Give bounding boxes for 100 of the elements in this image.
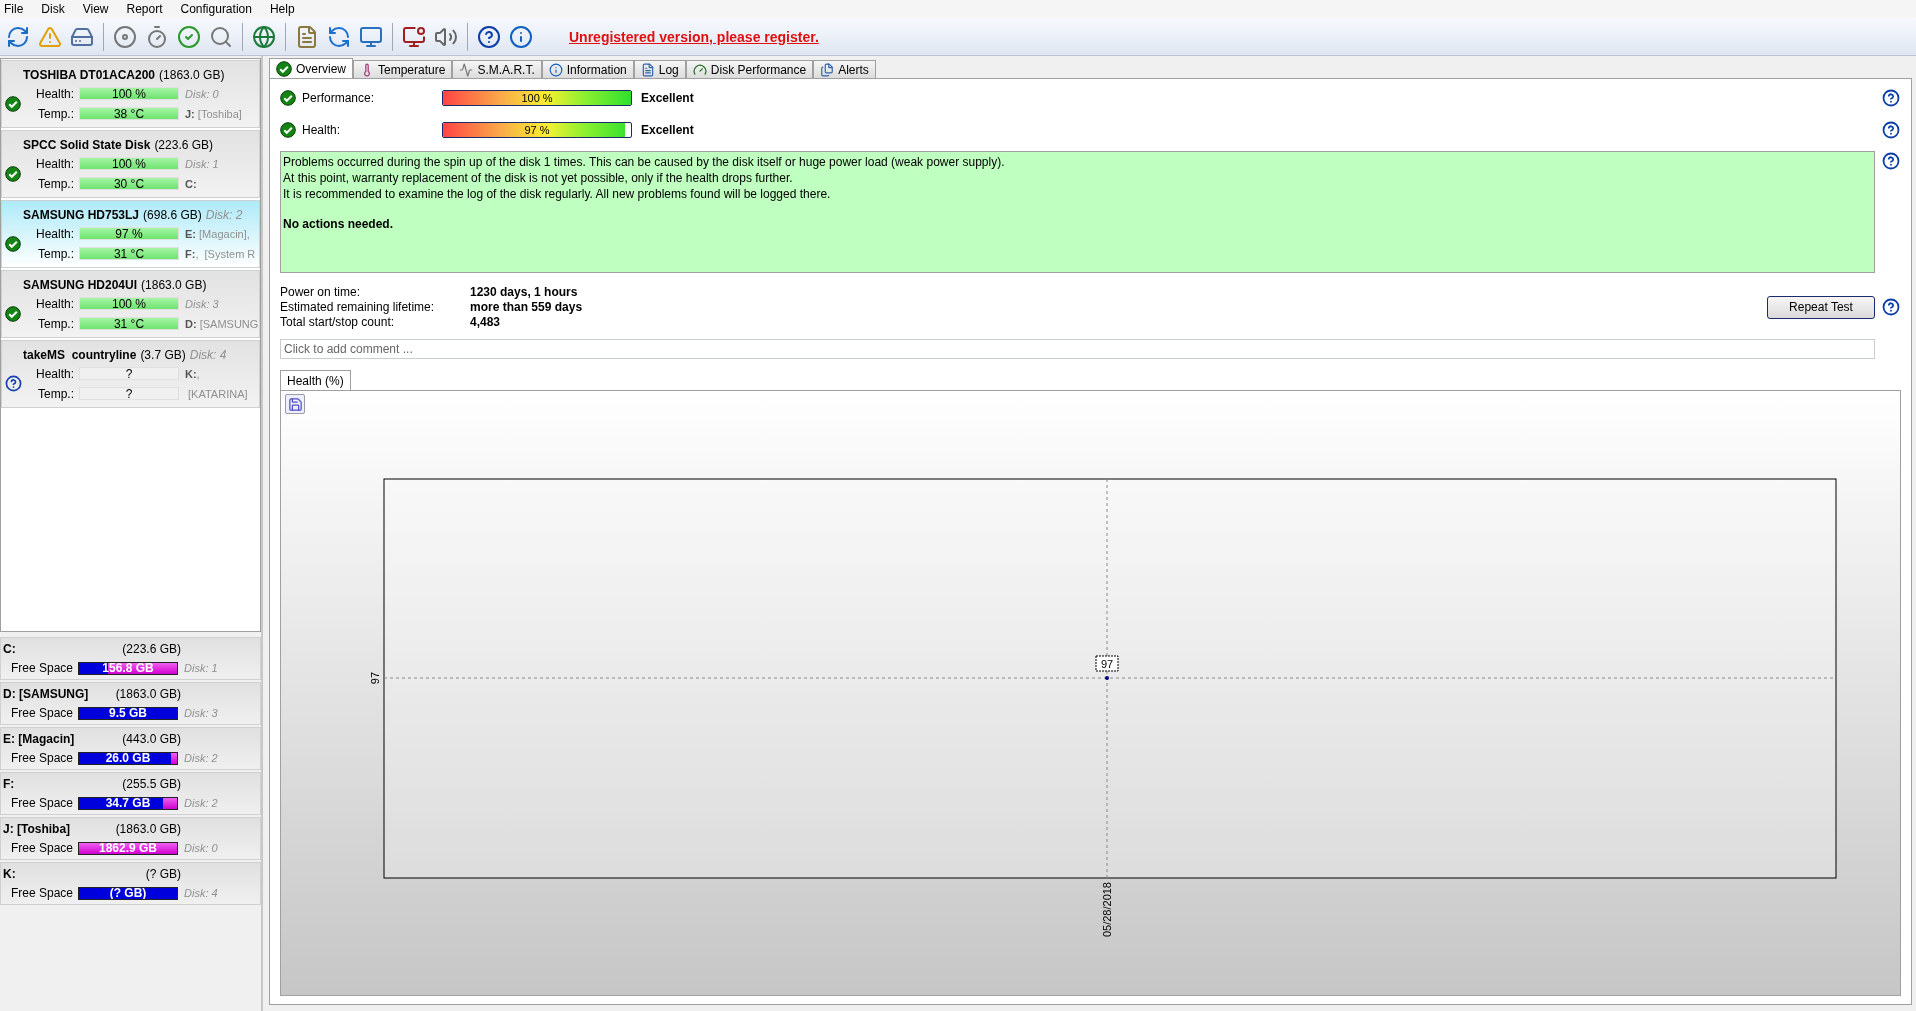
comment-field[interactable]: Click to add comment ... — [280, 339, 1875, 359]
tab[interactable]: Overview — [269, 58, 353, 78]
disk-number: Disk: 1 — [185, 157, 219, 170]
y-axis-label: 97 — [369, 671, 381, 684]
disk-number: Disk: 2 — [184, 797, 218, 809]
volume-size: (255.5 GB) — [122, 776, 181, 791]
disk-card[interactable]: SAMSUNG HD753LJ (698.6 GB) Disk: 2 Health: 97 % E: [Magacin], Temp.: 31 °C F:, [System R — [1, 200, 260, 268]
health-bar: 100 % — [79, 87, 179, 100]
disk-number: Disk: 0 — [185, 87, 219, 100]
disk-card[interactable]: takeMS countryline (3.7 GB) Disk: 4 Health: ? K:, Temp.: ? [KATARINA] — [1, 340, 260, 408]
row-label: Health: — [34, 296, 75, 311]
disk-number: Disk: 4 — [184, 887, 218, 899]
disk-size: (223.6 GB) — [154, 138, 214, 152]
info-icon — [548, 62, 563, 77]
document-icon — [640, 62, 655, 77]
free-space-value: 1862.9 GB — [98, 842, 157, 854]
stat-value: 4,483 — [470, 315, 502, 329]
volume-label: D: [SAMSUNG — [185, 317, 259, 330]
save-icon — [287, 396, 303, 412]
stat-label: Total start/stop count: — [280, 315, 396, 329]
health-bar: 100 % — [79, 297, 179, 310]
row-label: Free Space — [9, 661, 74, 675]
row-label: Health: — [34, 366, 75, 381]
menu-item[interactable]: Report — [122, 2, 177, 16]
volume-card[interactable]: D: [SAMSUNG] (1863.0 GB) Free Space 9.5 GB Disk: 3 — [0, 682, 261, 725]
row-label: Temp.: — [37, 106, 75, 121]
menu-item[interactable]: View — [78, 2, 123, 16]
rating-value: 100 % — [521, 92, 553, 104]
disk-size: (1863.0 GB) — [159, 68, 225, 82]
volume-size: (1863.0 GB) — [115, 686, 181, 701]
tab[interactable]: Information — [541, 60, 634, 78]
menu-item[interactable]: File — [0, 2, 38, 16]
chart-tab[interactable]: Health (%) — [280, 370, 351, 390]
free-space-value: 9.5 GB — [109, 707, 147, 719]
register-link[interactable]: Unregistered version, please register. — [569, 28, 819, 45]
help-button[interactable] — [1881, 88, 1901, 108]
row-label: Free Space — [9, 706, 74, 720]
volume-size: (? GB) — [145, 866, 181, 881]
volume-card[interactable]: E: [Magacin] (443.0 GB) Free Space 26.0 GB Disk: 2 — [0, 727, 261, 770]
disk-card[interactable]: SAMSUNG HD204UI (1863.0 GB) Health: 100 % Disk: 3 Temp.: 31 °C D: [SAMSUNG — [1, 270, 260, 338]
gauge-icon — [692, 62, 707, 77]
help-button[interactable] — [1881, 151, 1901, 171]
data-point — [1105, 675, 1109, 680]
tab[interactable]: Log — [633, 60, 686, 78]
menu-item[interactable]: Disk — [37, 2, 79, 16]
repeat-test-button[interactable]: Repeat Test — [1767, 295, 1875, 319]
data-label: 97 — [1095, 655, 1119, 671]
help-button[interactable] — [1881, 297, 1901, 317]
volume-label: C: — [185, 177, 197, 190]
free-space-value: 26.0 GB — [105, 752, 151, 764]
volume-name: E: [Magacin] — [3, 731, 75, 746]
temperature-bar: 31 °C — [79, 317, 179, 330]
tab[interactable]: S.M.A.R.T. — [452, 60, 542, 78]
row-label: Temp.: — [37, 386, 75, 401]
rating-text: Excellent — [641, 123, 694, 137]
tab[interactable]: Alerts — [813, 60, 876, 78]
menu-item[interactable]: Help — [265, 2, 309, 16]
free-space-value: 34.7 GB — [105, 797, 151, 809]
volume-label: K:, — [185, 367, 200, 380]
save-button[interactable] — [285, 394, 305, 414]
volume-name: K: — [3, 866, 16, 881]
disk-number: Disk: 0 — [184, 842, 218, 854]
row-label: Temp.: — [37, 176, 75, 191]
volume-name: C: — [3, 641, 16, 656]
temperature-bar: 30 °C — [79, 177, 179, 190]
rating-label: Health: — [302, 123, 342, 137]
volume-card[interactable]: J: [Toshiba] (1863.0 GB) Free Space 1862.9 GB Disk: 0 — [0, 817, 261, 860]
disk-name: SAMSUNG HD753LJ — [23, 208, 140, 222]
disk-name: SPCC Solid State Disk — [23, 138, 151, 152]
tab[interactable]: Disk Performance — [685, 60, 814, 78]
temperature-bar: 38 °C — [79, 107, 179, 120]
row-label: Free Space — [9, 796, 74, 810]
help-button[interactable] — [1881, 120, 1901, 140]
temperature-bar: 31 °C — [79, 247, 179, 260]
volume-name: D: [SAMSUNG] — [3, 686, 89, 701]
volume-size: (1863.0 GB) — [115, 821, 181, 836]
message-conclusion: No actions needed. — [283, 217, 395, 231]
row-label: Health: — [34, 156, 75, 171]
row-label: Free Space — [9, 751, 74, 765]
disk-card[interactable]: TOSHIBA DT01ACA200 (1863.0 GB) Health: 100 % Disk: 0 Temp.: 38 °C J: [Toshiba] — [1, 60, 260, 128]
stat-label: Estimated remaining lifetime: — [280, 300, 436, 314]
row-label: Health: — [34, 86, 75, 101]
volume-name: J: [Toshiba] — [3, 821, 71, 836]
volume-card[interactable]: F: (255.5 GB) Free Space 34.7 GB Disk: 2 — [0, 772, 261, 815]
disk-number: Disk: 4 — [189, 348, 227, 362]
menu-item[interactable]: Configuration — [176, 2, 266, 16]
disk-size: (698.6 GB) — [143, 208, 202, 222]
disk-name: TOSHIBA DT01ACA200 — [23, 68, 156, 82]
row-label: Temp.: — [37, 316, 75, 331]
volume-name: F: — [3, 776, 15, 791]
disk-card[interactable]: SPCC Solid State Disk (223.6 GB) Health: 100 % Disk: 1 Temp.: 30 °C C: — [1, 130, 260, 198]
pages-icon — [820, 62, 835, 77]
disk-name: takeMS countryline — [23, 348, 137, 362]
temperature-bar: ? — [79, 387, 179, 400]
volume-size: (223.6 GB) — [122, 641, 181, 656]
message-line: Problems occurred during the spin up of the disk 1 times. This can be caused by the disk itself or huge power load (weak power supply). — [283, 155, 1006, 169]
tab[interactable]: Temperature — [353, 60, 453, 78]
disk-number: Disk: 2 — [184, 752, 218, 764]
row-label: Free Space — [9, 886, 74, 900]
stat-label: Power on time: — [280, 285, 362, 299]
